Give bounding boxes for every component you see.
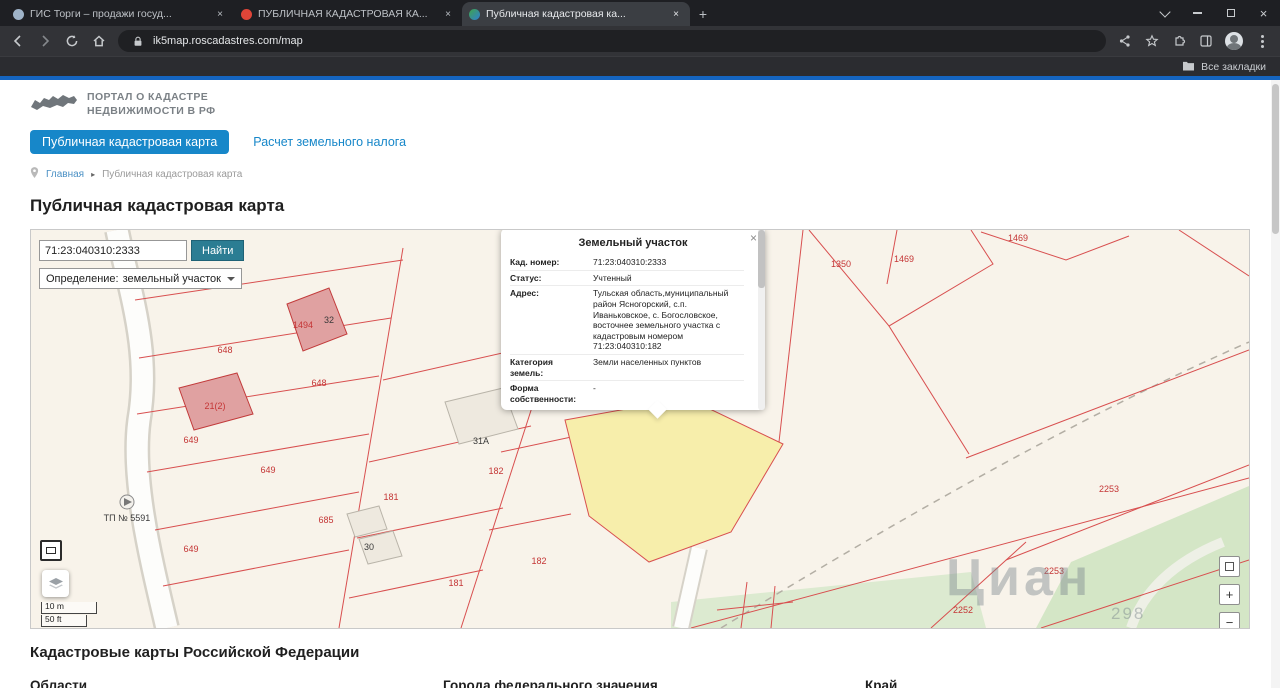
lock-icon	[130, 33, 146, 49]
page-title: Публичная кадастровая карта	[30, 196, 285, 215]
tab-close-icon[interactable]: ×	[441, 7, 455, 21]
filter-value: земельный участок	[122, 272, 221, 285]
home-icon[interactable]	[91, 33, 107, 49]
footer-columns: Области Города федерального значения Край	[30, 678, 1250, 688]
search-button[interactable]: Найти	[191, 240, 245, 261]
scale-meters: 10 m	[41, 601, 97, 614]
popup-row: Кад. номер: 71:23:040310:2333	[510, 255, 744, 271]
popup-scrollbar[interactable]	[758, 230, 765, 410]
url-text: ik5map.roscadastres.com/map	[153, 35, 303, 47]
bookmark-star-icon[interactable]	[1144, 33, 1160, 49]
popup-field-label: Категория земель:	[510, 357, 553, 378]
close-window-button[interactable]: ×	[1247, 0, 1280, 26]
popup-field-label: Кад. номер:	[510, 257, 560, 267]
nav-link-land-tax[interactable]: Расчет земельного налога	[253, 135, 406, 149]
reload-icon[interactable]	[64, 33, 80, 49]
browser-toolbar: ik5map.roscadastres.com/map	[0, 26, 1280, 56]
popup-row: Статус: Учтенный	[510, 271, 744, 287]
tab-title: ПУБЛИЧНАЯ КАДАСТРОВАЯ КА...	[258, 8, 428, 20]
popup-field-label: Форма собственности:	[510, 383, 577, 404]
folder-icon	[1182, 60, 1195, 74]
back-icon[interactable]	[10, 33, 26, 49]
popup-body: Кад. номер: 71:23:040310:2333 Статус: Учтен…	[510, 255, 756, 405]
maximize-button[interactable]	[1214, 0, 1247, 26]
map-container: 64713501469146964864814943221(2)64964964…	[30, 229, 1250, 629]
tab-title: Публичная кадастровая ка...	[486, 8, 626, 20]
footer-column-heading: Города федерального значения	[443, 678, 658, 688]
popup-scrollbar-thumb[interactable]	[758, 230, 765, 288]
popup-field-label: Адрес:	[510, 288, 539, 299]
zoom-in-button[interactable]: +	[1219, 584, 1240, 605]
extensions-puzzle-icon[interactable]	[1171, 33, 1187, 49]
popup-close-icon[interactable]: ×	[750, 232, 757, 244]
minimize-button[interactable]	[1181, 0, 1214, 26]
tab-strip: ГИС Торги – продажи госуд... × ПУБЛИЧНАЯ…	[0, 0, 1280, 26]
window-menu-chevron-icon[interactable]	[1148, 0, 1181, 26]
tab2-favicon	[241, 8, 252, 20]
page-scrollbar[interactable]	[1271, 80, 1280, 688]
forward-icon[interactable]	[37, 33, 53, 49]
window-controls: ×	[1148, 0, 1280, 26]
scale-feet: 50 ft	[41, 614, 87, 627]
fullscreen-button[interactable]	[1219, 556, 1240, 577]
popup-field-label: Статус:	[510, 272, 542, 283]
parcel-info-popup: × Земельный участок Кад. номер: 71:23:040…	[501, 230, 765, 419]
parcel-type-select[interactable]: Определение: земельный участок	[39, 268, 242, 289]
tab-panel-icon[interactable]	[1198, 33, 1214, 49]
page-scrollbar-thumb[interactable]	[1272, 84, 1279, 234]
russia-map-logo-icon	[30, 90, 78, 119]
popup-field-value: Учтенный	[593, 272, 632, 283]
breadcrumb-current: Публичная кадастровая карта	[102, 168, 243, 180]
watermark-number: 298	[1111, 604, 1146, 623]
all-bookmarks-label[interactable]: Все закладки	[1201, 61, 1266, 73]
map-pin-icon	[30, 167, 39, 181]
breadcrumb-separator: ▸	[91, 169, 96, 179]
logo-line2: НЕДВИЖИМОСТИ В РФ	[87, 104, 216, 117]
footer-title: Кадастровые карты Российской Федерации	[30, 644, 360, 661]
site-logo: ПОРТАЛ О КАДАСТРЕ НЕДВИЖИМОСТИ В РФ	[30, 90, 1250, 119]
layers-button[interactable]	[42, 570, 69, 597]
new-tab-button[interactable]: +	[690, 2, 716, 26]
cian-watermark: Циан	[946, 549, 1093, 607]
site-nav: Публичная кадастровая карта Расчет земел…	[30, 130, 1250, 154]
screenshot-tool-button[interactable]	[40, 540, 62, 561]
zoom-out-button[interactable]: −	[1219, 612, 1240, 628]
browser-tab-3-active[interactable]: Публичная кадастровая ка... ×	[462, 2, 690, 26]
tab-close-icon[interactable]: ×	[669, 7, 683, 21]
popup-field-value: 71:23:040310:2333	[593, 257, 667, 267]
address-bar[interactable]: ik5map.roscadastres.com/map	[118, 30, 1106, 52]
footer-column-heading: Области	[30, 678, 88, 688]
popup-row: Категория земель: Земли населенных пункто…	[510, 355, 744, 382]
cadastral-search-input[interactable]	[39, 240, 187, 261]
popup-field-value: Тульская область,муниципальный район Ясн…	[593, 288, 729, 352]
popup-row: Форма собственности: -	[510, 381, 744, 405]
logo-line1: ПОРТАЛ О КАДАСТРЕ	[87, 90, 209, 103]
tab3-favicon	[469, 8, 480, 20]
zoom-controls: + −	[1219, 556, 1240, 628]
tab-title: ГИС Торги – продажи госуд...	[30, 8, 172, 20]
bookmarks-bar: Все закладки	[0, 56, 1280, 76]
profile-avatar[interactable]	[1225, 32, 1243, 50]
breadcrumb-home-link[interactable]: Главная	[46, 169, 84, 180]
breadcrumb: Главная ▸ Публичная кадастровая карта	[30, 167, 1250, 181]
tab-close-icon[interactable]: ×	[213, 7, 227, 21]
tab1-favicon	[13, 8, 24, 20]
nav-tab-cadastral-map[interactable]: Публичная кадастровая карта	[30, 130, 230, 154]
popup-title: Земельный участок	[578, 237, 688, 249]
browser-tab-2[interactable]: ПУБЛИЧНАЯ КАДАСТРОВАЯ КА... ×	[234, 2, 462, 26]
browser-menu-icon[interactable]	[1254, 33, 1270, 49]
map-scale: 10 m 50 ft	[41, 601, 97, 627]
popup-field-value: Земли населенных пунктов	[593, 357, 702, 367]
filter-label: Определение:	[46, 272, 119, 285]
browser-window: ГИС Торги – продажи госуд... × ПУБЛИЧНАЯ…	[0, 0, 1280, 688]
webpage: ПОРТАЛ О КАДАСТРЕ НЕДВИЖИМОСТИ В РФ Публ…	[0, 80, 1280, 688]
browser-tab-1[interactable]: ГИС Торги – продажи госуд... ×	[6, 2, 234, 26]
share-icon[interactable]	[1117, 33, 1133, 49]
popup-row: Адрес: Тульская область,муниципальный рай…	[510, 286, 744, 355]
popup-field-value: -	[593, 383, 596, 394]
footer-column-heading: Край	[865, 678, 898, 688]
map-search-panel: Найти	[39, 240, 245, 261]
